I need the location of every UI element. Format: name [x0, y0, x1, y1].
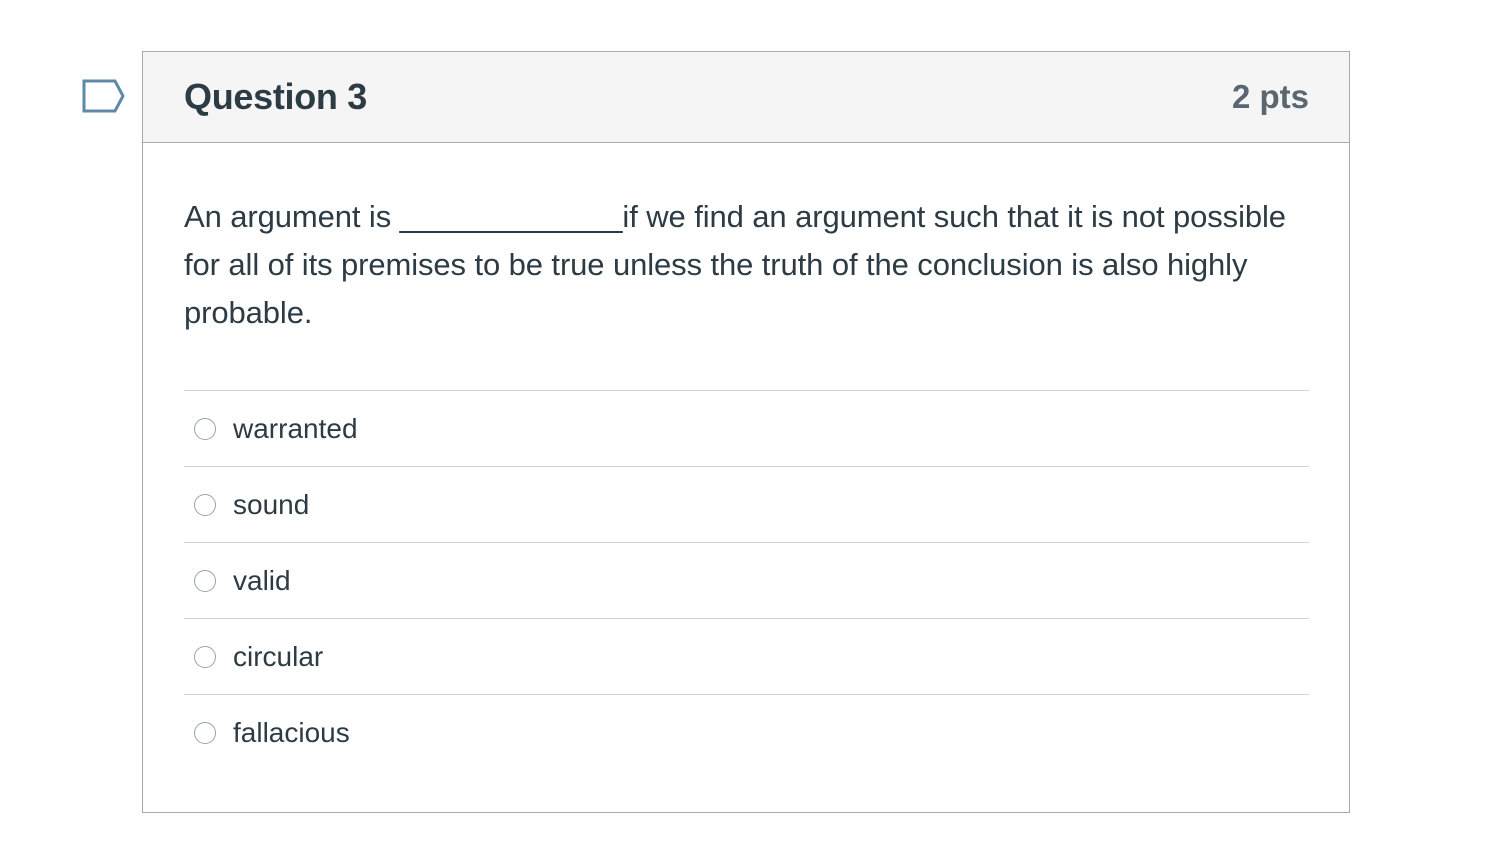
answer-option-sound[interactable]: sound [184, 467, 1309, 543]
radio-button[interactable] [194, 721, 216, 744]
question-text: An argument is _____________if we find a… [184, 199, 1286, 330]
radio-button[interactable] [194, 493, 216, 516]
radio-button[interactable] [194, 569, 216, 592]
answer-label: fallacious [233, 716, 350, 748]
answer-option-circular[interactable]: circular [184, 619, 1309, 695]
answer-option-fallacious[interactable]: fallacious [184, 695, 1309, 770]
radio-button[interactable] [194, 417, 216, 440]
radio-button[interactable] [194, 645, 216, 668]
question-points: 2 pts [1231, 78, 1309, 115]
question-card: Question 3 2 pts An argument is ________… [142, 51, 1350, 813]
answer-label: sound [233, 488, 310, 520]
question-body: An argument is _____________if we find a… [143, 143, 1349, 770]
question-title: Question 3 [184, 76, 368, 117]
question-header: Question 3 2 pts [143, 52, 1349, 143]
answer-option-valid[interactable]: valid [184, 543, 1309, 619]
answer-label: circular [233, 640, 324, 672]
answer-option-warranted[interactable]: warranted [184, 391, 1309, 467]
answer-label: valid [233, 564, 291, 596]
answer-label: warranted [233, 412, 358, 444]
flag-question-icon[interactable] [82, 78, 126, 114]
answer-list: warranted sound valid circular fallaciou… [184, 390, 1309, 770]
